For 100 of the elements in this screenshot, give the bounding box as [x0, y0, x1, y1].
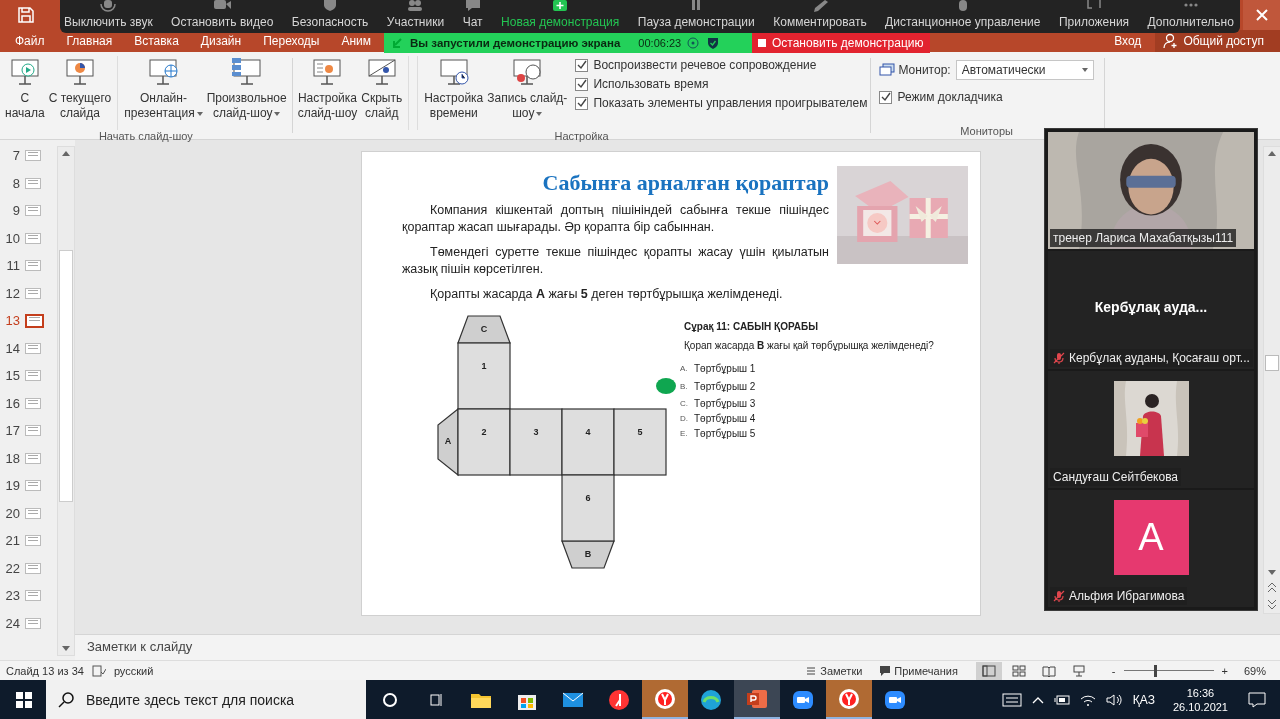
- wifi-icon[interactable]: [1079, 693, 1096, 706]
- browser-icon: [653, 686, 677, 711]
- ribbon-button[interactable]: Настройка слайд-шоу: [295, 56, 360, 121]
- toolbar-button[interactable]: Безопасность: [291, 4, 369, 29]
- monitor-dropdown[interactable]: Автоматически: [955, 60, 1094, 80]
- slide-thumbnail[interactable]: [25, 342, 41, 354]
- scrollbar[interactable]: [1263, 146, 1280, 614]
- notifications-icon[interactable]: [1248, 691, 1266, 708]
- slide-number: 21: [4, 533, 20, 549]
- ribbon-button[interactable]: С текущего слайда: [46, 56, 114, 121]
- zoom-percent[interactable]: 69%: [1243, 664, 1266, 677]
- toolbar-button[interactable]: Чат: [462, 4, 483, 29]
- option-letter: B.: [680, 381, 689, 391]
- toolbar-button[interactable]: Новая демонстрация: [501, 4, 620, 29]
- scrollbar[interactable]: [57, 146, 75, 656]
- slide-thumbnail[interactable]: [25, 205, 41, 217]
- slide-thumbnail[interactable]: [25, 260, 41, 272]
- group-title: Настройка: [554, 130, 609, 142]
- view-button[interactable]: [975, 661, 1002, 680]
- slide-thumbnail[interactable]: [25, 617, 41, 629]
- volume-icon[interactable]: [1105, 693, 1122, 706]
- scroll-up-icon[interactable]: [1268, 151, 1276, 156]
- spelling-icon[interactable]: [91, 664, 106, 677]
- stop-sharing-button[interactable]: Остановить демонстрацию: [752, 33, 930, 53]
- participant-name: Альфия Ибрагимова: [1069, 589, 1185, 603]
- toolbar-button[interactable]: Пауза демонстрации: [637, 4, 755, 29]
- slide-thumbnail[interactable]: [25, 480, 41, 492]
- grid-view-icon: [1011, 664, 1026, 677]
- ribbon-button[interactable]: Онлайн- презентация: [122, 56, 205, 121]
- scrollbar-thumb[interactable]: [1265, 355, 1279, 371]
- ribbon-button[interactable]: Произвольное слайд-шоу: [204, 56, 289, 121]
- ribbon-tab[interactable]: Переходы: [263, 34, 320, 48]
- notes-field[interactable]: Заметки к слайду: [75, 634, 1280, 660]
- cortana-icon[interactable]: [382, 691, 398, 708]
- chevron-up-icon[interactable]: [1031, 695, 1044, 704]
- search-field[interactable]: Введите здесь текст для поиска: [46, 680, 366, 719]
- slide-number: 16: [4, 395, 20, 411]
- battery-icon[interactable]: [1053, 693, 1070, 706]
- ribbon-button[interactable]: Скрыть слайд: [359, 56, 405, 121]
- play-icon: [8, 56, 41, 88]
- option-text: Төртбұрыш 1: [694, 363, 756, 374]
- toolbar-button[interactable]: Остановить видео: [171, 4, 274, 29]
- checkbox[interactable]: Показать элементы управления проигрывателем: [575, 96, 868, 110]
- slide-thumbnail[interactable]: [25, 370, 41, 382]
- scrollbar-thumb[interactable]: [59, 250, 74, 502]
- slide-thumbnail[interactable]: [25, 562, 41, 574]
- toolbar-button[interactable]: Приложения: [1058, 4, 1130, 29]
- toolbar-button[interactable]: Комментировать: [773, 4, 867, 29]
- language-label[interactable]: русский: [113, 664, 154, 677]
- clock-date[interactable]: 26.10.2021: [1172, 699, 1228, 714]
- slide-number: 18: [4, 450, 20, 466]
- slide-thumbnail[interactable]: [25, 232, 41, 244]
- slide-thumbnail[interactable]: [25, 535, 41, 547]
- projector-icon: [1071, 664, 1086, 677]
- normal-view-icon: [981, 664, 996, 677]
- slide-number: 10: [4, 230, 20, 246]
- next-slide-icon[interactable]: [1268, 600, 1276, 609]
- slide-thumbnail[interactable]: [25, 177, 41, 189]
- slide-thumbnail[interactable]: [25, 507, 41, 519]
- toolbar-button[interactable]: Дополнительно: [1147, 4, 1234, 29]
- slide-thumbnail[interactable]: [25, 590, 41, 602]
- toolbar-button[interactable]: Выключить звук: [64, 4, 153, 29]
- checkbox[interactable]: Использовать время: [575, 77, 868, 91]
- ribbon-button[interactable]: Настройка времени: [422, 56, 486, 121]
- ribbon-tab[interactable]: Аним: [341, 34, 372, 48]
- scroll-up-icon[interactable]: [62, 151, 71, 156]
- toolbar-button[interactable]: Дистанционное управление: [885, 4, 1041, 29]
- scroll-down-icon[interactable]: [1268, 570, 1276, 575]
- checkbox[interactable]: Режим докладчика: [879, 90, 1094, 104]
- slide-thumbnail[interactable]: [25, 313, 44, 328]
- input-language[interactable]: ҚАЗ: [1132, 692, 1155, 707]
- clock-time[interactable]: 16:36: [1186, 685, 1215, 700]
- slide-thumbnail[interactable]: [25, 452, 41, 464]
- previous-slide-icon[interactable]: [1268, 583, 1276, 592]
- sign-in-link[interactable]: Вход: [1114, 34, 1142, 48]
- slide-thumbnail[interactable]: [25, 425, 41, 437]
- checkbox[interactable]: Воспроизвести речевое сопровождение: [575, 58, 868, 72]
- slide-thumbnail[interactable]: [25, 287, 41, 299]
- keyboard-icon[interactable]: [1001, 692, 1022, 707]
- slide-thumbnail[interactable]: [25, 150, 41, 162]
- slide-thumbnail[interactable]: [25, 397, 41, 409]
- windows-start-icon[interactable]: [16, 691, 32, 708]
- zoom-out-button[interactable]: -: [1111, 664, 1116, 677]
- ribbon-button[interactable]: С начала: [3, 56, 47, 121]
- comments-button[interactable]: Примечания: [880, 664, 958, 677]
- close-button[interactable]: [1243, 0, 1280, 30]
- notes-button[interactable]: Заметки: [806, 664, 863, 677]
- ribbon-tab[interactable]: Файл: [15, 34, 45, 48]
- ribbon-tab[interactable]: Дизайн: [200, 34, 242, 48]
- scroll-down-icon[interactable]: [62, 646, 71, 651]
- zoom-slider-thumb[interactable]: [1154, 664, 1158, 677]
- ribbon-button[interactable]: Запись слайд- шоу: [485, 56, 570, 121]
- save-icon[interactable]: [18, 7, 34, 23]
- zoom-in-button[interactable]: +: [1221, 664, 1228, 677]
- ribbon-tab[interactable]: Вставка: [134, 34, 179, 48]
- toolbar-button[interactable]: Участники: [386, 4, 445, 29]
- ribbon-tab[interactable]: Главная: [66, 34, 113, 48]
- slide-paragraph: Қорапты жасарда А жағы 5 деген төртбұрышқа желімденеді.: [429, 286, 784, 303]
- task-view-icon[interactable]: [428, 691, 444, 708]
- check-icon: [576, 98, 587, 108]
